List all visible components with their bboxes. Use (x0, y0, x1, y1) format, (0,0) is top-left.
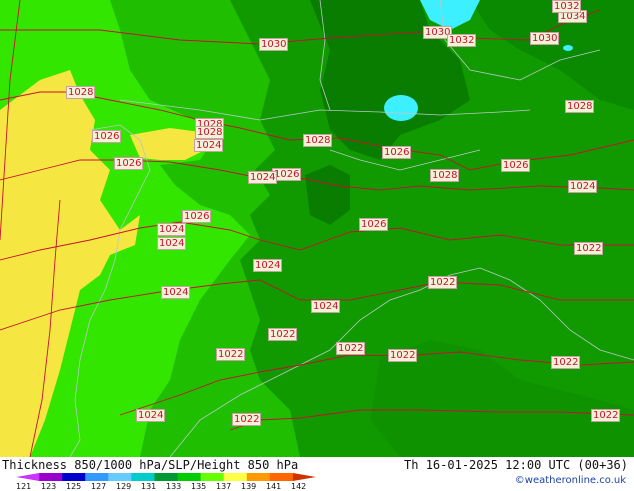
isobar-label: 1022 (336, 342, 366, 355)
isobar-label: 1028 (66, 86, 96, 99)
isobar-label: 1022 (232, 413, 262, 426)
valid-time: Th 16-01-2025 12:00 UTC (00+36) (404, 458, 628, 472)
legend-swatch (246, 473, 271, 481)
legend-swatch (39, 473, 63, 481)
isobar-label: 1024 (157, 223, 187, 236)
map-footer: Thickness 850/1000 hPa/SLP/Height 850 hP… (0, 457, 634, 491)
isobar-label: 1022 (591, 409, 621, 422)
map-title: Thickness 850/1000 hPa/SLP/Height 850 hP… (2, 458, 299, 472)
legend-swatch (131, 473, 155, 481)
legend-swatch (16, 473, 40, 481)
isobar-label: 1030 (530, 32, 560, 45)
isobar-label: 1022 (268, 328, 298, 341)
isobar-label: 1024 (311, 300, 341, 313)
isobar-label: 1024 (161, 286, 191, 299)
legend-swatch (154, 473, 179, 481)
isobar-label: 1028 (303, 134, 333, 147)
isobar-label: 1024 (157, 237, 187, 250)
isobar-label: 1028 (565, 100, 595, 113)
isobar-label: 1032 (447, 34, 477, 47)
isobar-label: 1026 (382, 146, 412, 159)
legend-swatch (177, 473, 202, 481)
isobar-label: 1026 (501, 159, 531, 172)
isobar-label: 1024 (253, 259, 283, 272)
isobar-label: 1026 (92, 130, 122, 143)
isobar-label: 1022 (428, 276, 458, 289)
map-canvas (0, 0, 634, 457)
legend-swatch (292, 473, 316, 481)
isobar-label: 1024 (568, 180, 598, 193)
isobar-label: 1022 (574, 242, 604, 255)
isobar-label: 1028 (430, 169, 460, 182)
isobar-label: 1024 (194, 139, 224, 152)
isobar-label: 1028 (195, 126, 225, 139)
legend-color-bar (16, 473, 316, 481)
isobar-label: 1022 (551, 356, 581, 369)
legend-swatch (85, 473, 109, 481)
isobar-label: 1022 (388, 349, 418, 362)
weather-map: 1030 1030 1032 1030 1034 1032 1028 1028 1026 1026… (0, 0, 634, 457)
isobar-label: 1024 (248, 171, 278, 184)
isobar-label: 1024 (136, 409, 166, 422)
isobar-label: 1030 (259, 38, 289, 51)
isobar-label: 1026 (182, 210, 212, 223)
cyan-patch-alps (384, 95, 418, 121)
legend-swatch (200, 473, 225, 481)
isobar-label: 1022 (216, 348, 246, 361)
isobar-label: 1026 (114, 157, 144, 170)
legend-swatch (62, 473, 86, 481)
isobar-label: 1026 (359, 218, 389, 231)
cyan-patch-east (563, 45, 573, 51)
legend-swatch (223, 473, 248, 481)
legend-swatch (108, 473, 132, 481)
credit-link[interactable]: ©weatheronline.co.uk (515, 475, 626, 486)
legend-swatch (269, 473, 294, 481)
isobar-label: 1032 (552, 0, 582, 13)
